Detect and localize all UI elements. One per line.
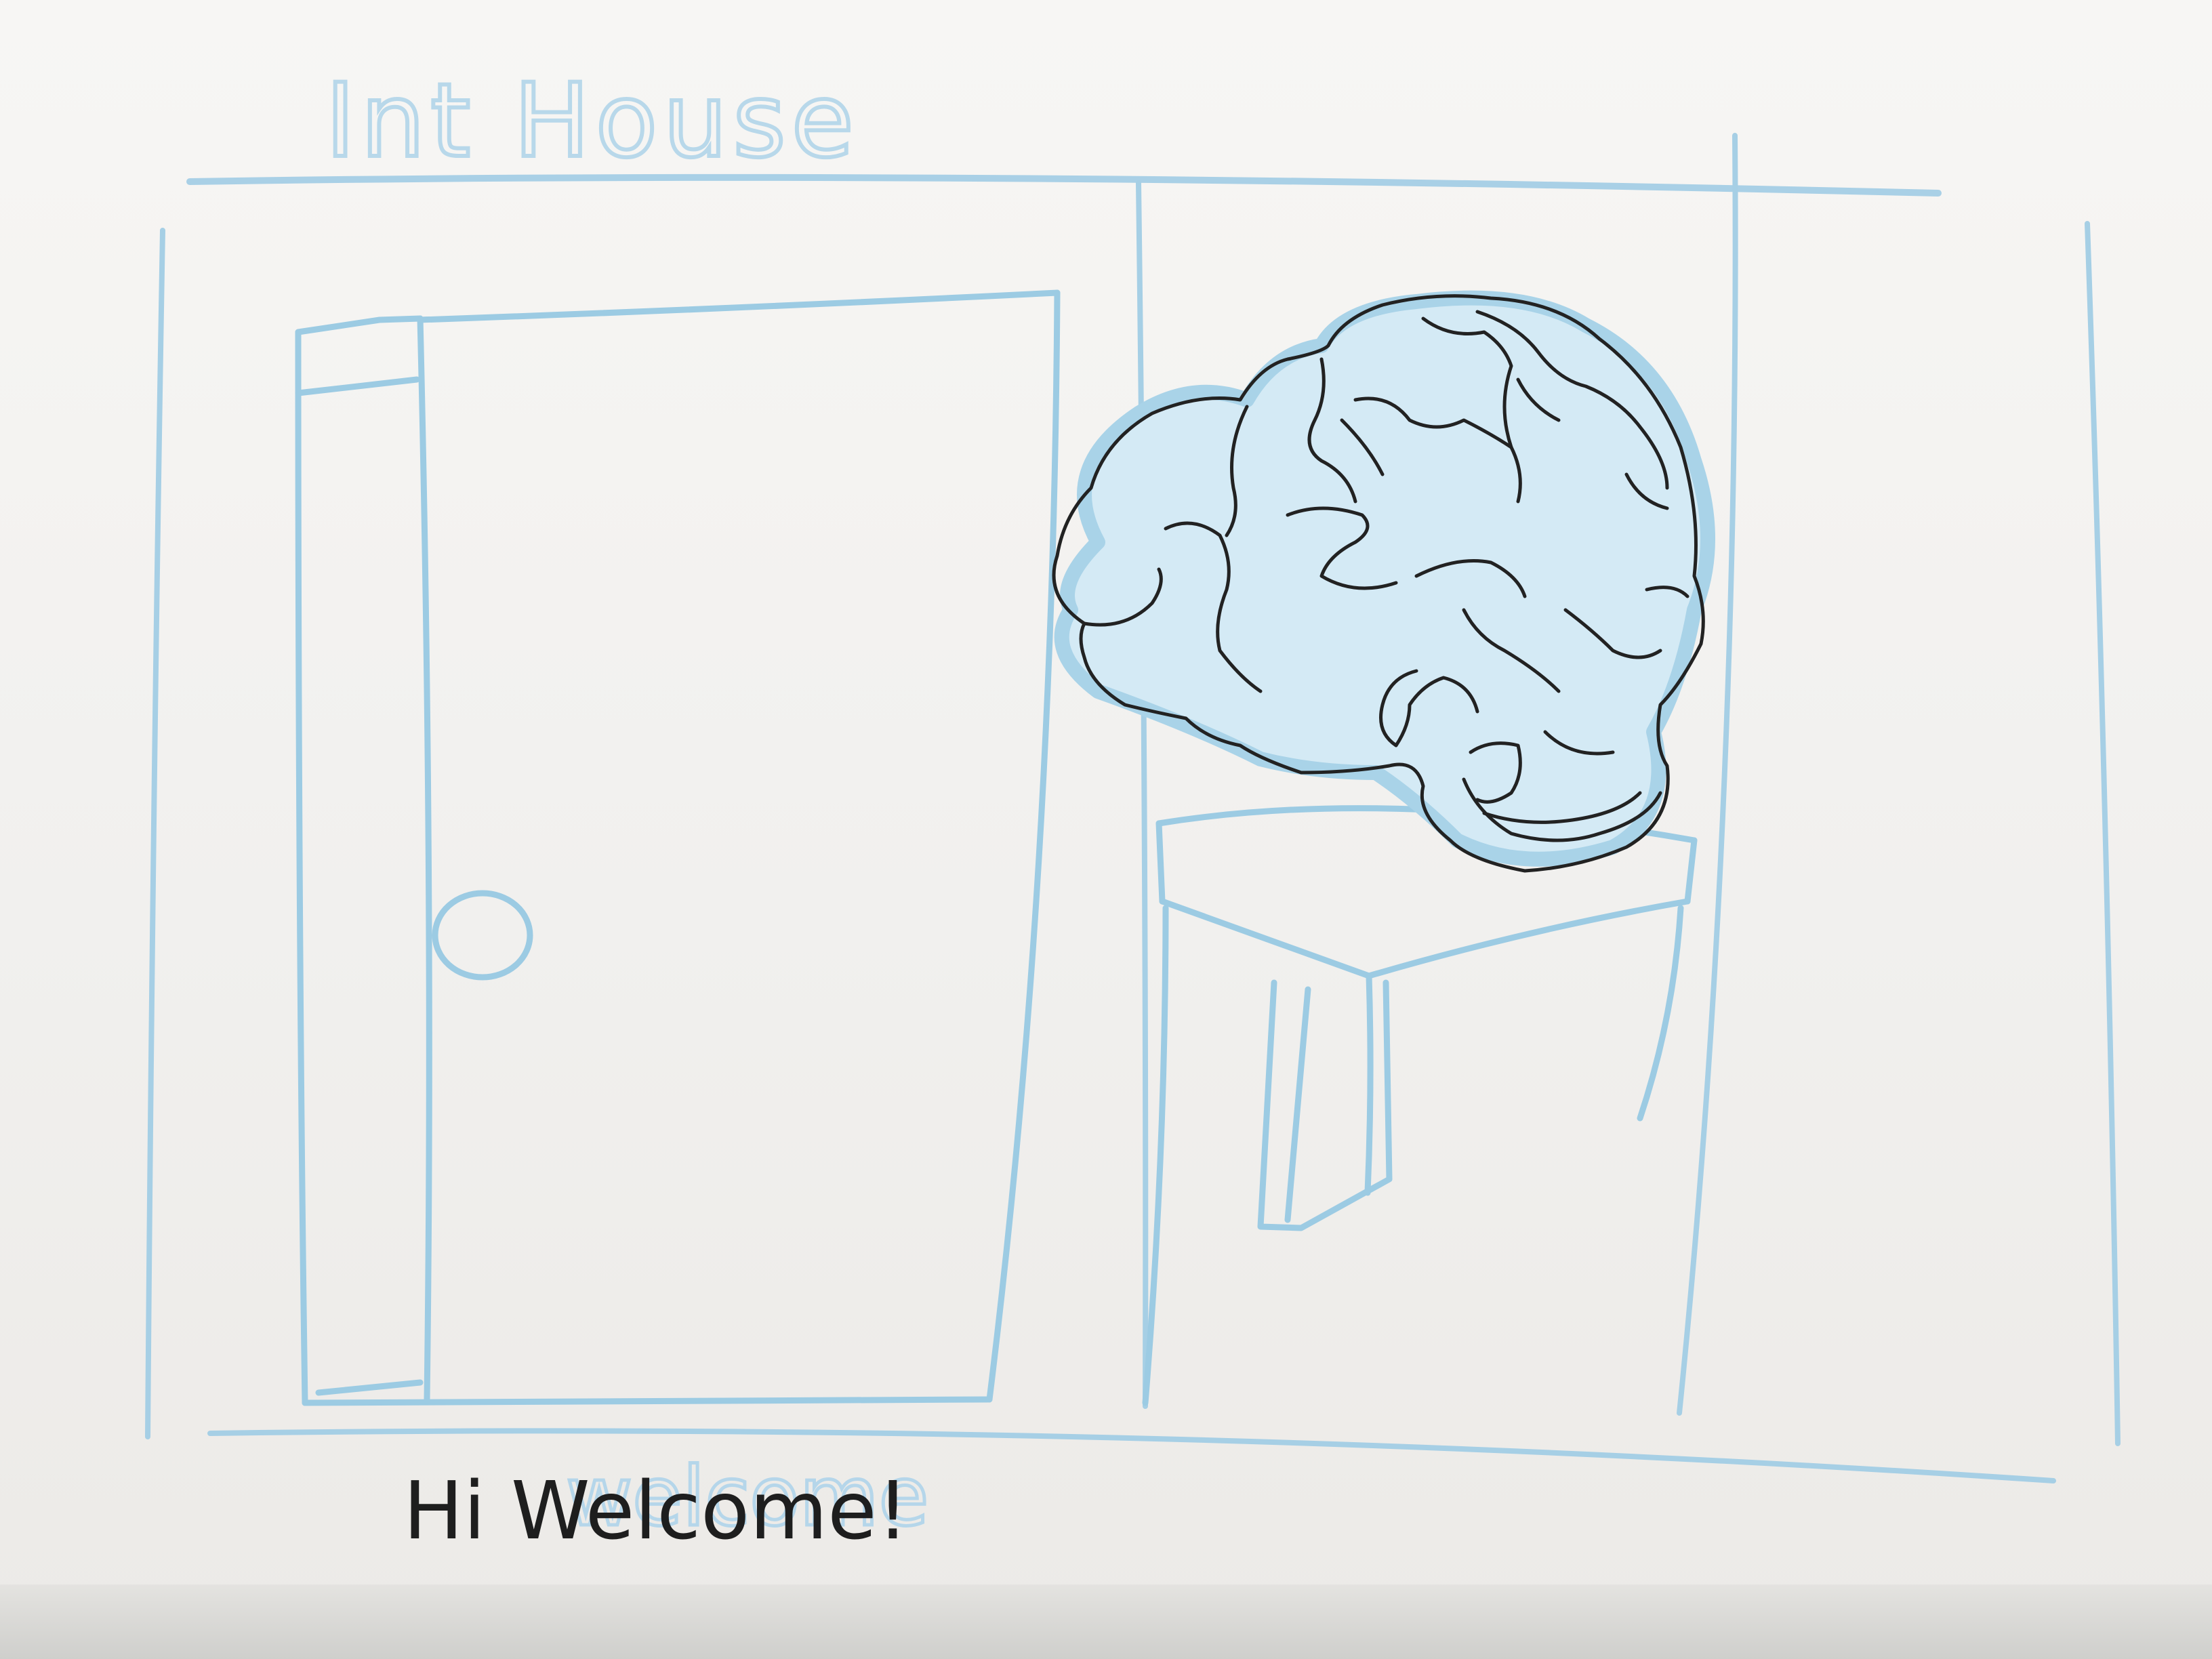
brain-shading [1054,290,1715,867]
pedestal [1142,805,1698,1406]
welcome-caption: Hi Welcome! [403,1464,909,1557]
door-illustration [295,289,1061,1406]
door-knob [432,890,533,981]
brain-illustration [1052,290,1715,873]
page-title: Int House [325,62,859,180]
wireframe-sketch: Int House welcome Hi Welcome! [145,60,2121,1557]
header-divider [186,173,1942,197]
